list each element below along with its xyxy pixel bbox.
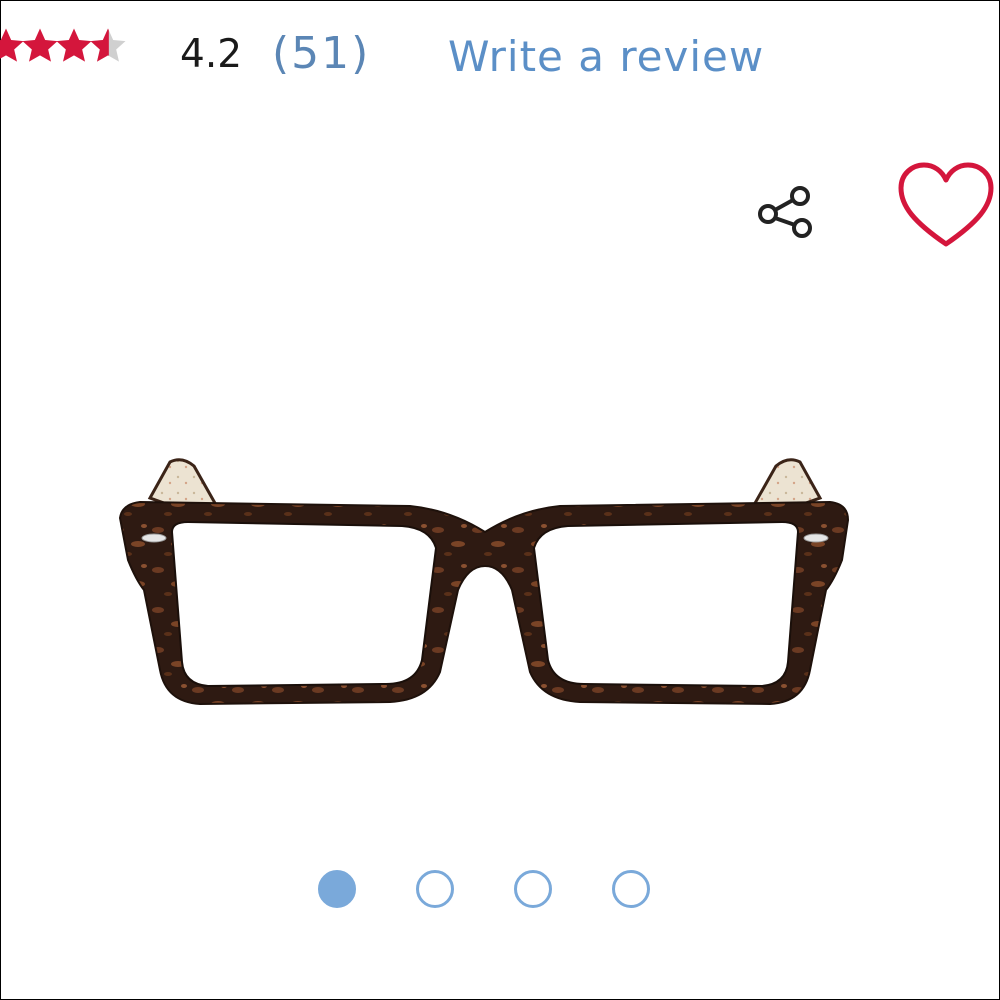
carousel-dot-1[interactable] (318, 870, 356, 908)
carousel-dot-2[interactable] (416, 870, 454, 908)
star-icon-4 (90, 28, 126, 62)
review-count-link[interactable]: (51) (272, 28, 370, 79)
share-icon (758, 186, 812, 238)
rating-row: 4.2 (51) Write a review (0, 18, 1000, 94)
favorite-button[interactable] (896, 160, 996, 252)
write-review-link[interactable]: Write a review (448, 32, 764, 81)
heart-icon (898, 162, 994, 247)
eyeglasses-image (118, 458, 850, 706)
product-image (110, 440, 860, 720)
carousel-dot-3[interactable] (514, 870, 552, 908)
image-carousel-indicator (0, 870, 1000, 914)
rating-value: 4.2 (180, 32, 243, 77)
carousel-dot-4[interactable] (612, 870, 650, 908)
share-button[interactable] (752, 180, 820, 244)
star-rating (0, 26, 166, 86)
